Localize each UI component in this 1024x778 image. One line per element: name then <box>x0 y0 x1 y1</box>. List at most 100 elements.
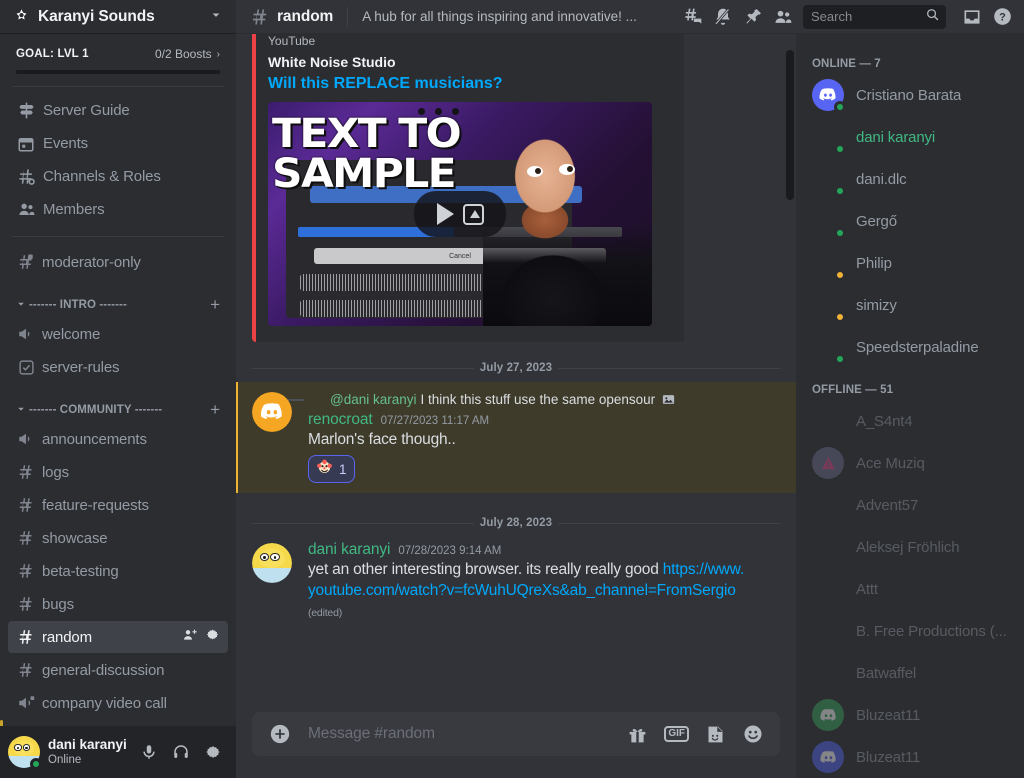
embed-title[interactable]: Will this REPLACE musicians? <box>268 75 668 93</box>
channels-roles-icon <box>16 167 36 187</box>
message-embed-block: YouTube White Noise Studio Will this REP… <box>236 34 796 342</box>
category-intro[interactable]: ------- INTRO ------- + <box>8 279 228 317</box>
plus-circle-icon[interactable] <box>268 722 292 746</box>
embed-thumbnail[interactable]: Cancel TEXT TO SAMPLE <box>268 102 652 326</box>
embed-author[interactable]: White Noise Studio <box>268 54 668 70</box>
member-item[interactable]: Gergő <box>804 200 1016 242</box>
member-item[interactable]: Ace Muziq <box>804 442 1016 484</box>
hash-lock-icon <box>16 252 36 272</box>
emoji-icon[interactable] <box>742 723 764 745</box>
member-name: Philip <box>856 254 892 272</box>
member-name: Bluzeat11 <box>856 706 921 724</box>
gif-icon[interactable]: GIF <box>664 726 689 742</box>
member-item[interactable]: Cristiano Barata <box>804 74 1016 116</box>
sidebar-item-channels-roles[interactable]: Channels & Roles <box>8 160 228 193</box>
mic-icon[interactable] <box>134 737 164 767</box>
message-composer[interactable]: Message #random GIF <box>252 712 780 756</box>
gear-icon[interactable] <box>198 737 228 767</box>
message-author[interactable]: renocroat <box>308 411 373 429</box>
channel-topic[interactable]: A hub for all things inspiring and innov… <box>362 9 673 24</box>
notification-off-icon[interactable] <box>709 3 737 31</box>
member-item[interactable]: B. Free Productions (... <box>804 610 1016 652</box>
member-item[interactable]: Bluzeat11 <box>804 694 1016 736</box>
create-invite-icon[interactable] <box>182 627 198 648</box>
search-field[interactable] <box>811 9 925 24</box>
channel-announcements[interactable]: announcements <box>8 423 228 455</box>
chevron-down-icon <box>16 404 26 416</box>
category-community[interactable]: ------- COMMUNITY ------- + <box>8 384 228 422</box>
reply-author[interactable]: @dani karanyi <box>330 392 417 407</box>
avatar <box>812 247 846 281</box>
pin-icon[interactable] <box>739 3 767 31</box>
channel-server-rules[interactable]: server-rules <box>8 351 228 383</box>
avatar <box>812 657 844 689</box>
channel-general-discussion[interactable]: general-discussion <box>8 654 228 686</box>
member-item[interactable]: dani karanyi <box>804 116 1016 158</box>
channel-beta-testing[interactable]: beta-testing <box>8 555 228 587</box>
member-item[interactable]: Batwaffel <box>804 652 1016 694</box>
popout-icon <box>462 203 484 225</box>
sidebar-item-label: Members <box>43 201 105 218</box>
message-reaction[interactable]: 1 <box>308 455 355 483</box>
sidebar-item-server-guide[interactable]: Server Guide <box>8 94 228 127</box>
search-icon <box>925 7 940 27</box>
member-item[interactable]: A_S4nt4 <box>804 400 1016 442</box>
message-list-scrollbar[interactable] <box>786 50 794 200</box>
message-list: YouTube White Noise Studio Will this REP… <box>236 34 796 712</box>
announcement-icon <box>16 324 36 344</box>
message-input[interactable]: Message #random <box>308 725 627 743</box>
channel-company-video-call[interactable]: company video call <box>8 687 228 719</box>
member-item[interactable]: Bluzeat11 <box>804 736 1016 778</box>
member-item[interactable]: Attt <box>804 568 1016 610</box>
avatar[interactable] <box>252 543 292 583</box>
channel-label: bugs <box>42 595 74 613</box>
channel-feature-requests[interactable]: feature-requests <box>8 489 228 521</box>
sidebar-item-events[interactable]: Events <box>8 127 228 160</box>
member-item[interactable]: dani.dlc <box>804 158 1016 200</box>
channel-logs[interactable]: logs <box>8 456 228 488</box>
members-toggle-icon[interactable] <box>769 3 797 31</box>
avatar <box>812 121 846 155</box>
avatar[interactable] <box>8 736 42 770</box>
channel-showcase[interactable]: showcase <box>8 522 228 554</box>
channel-random[interactable]: random <box>8 621 228 653</box>
member-item[interactable]: Aleksej Fröhlich <box>804 526 1016 568</box>
channel-settings-gear-icon[interactable] <box>205 627 220 647</box>
channel-label: company video call <box>42 694 167 712</box>
inbox-icon[interactable] <box>958 3 986 31</box>
sticker-icon[interactable] <box>705 724 726 745</box>
help-icon[interactable]: ? <box>988 3 1016 31</box>
reply-context[interactable]: @dani karanyi I think this stuff use the… <box>268 390 748 408</box>
gift-icon[interactable] <box>627 724 648 745</box>
message-author[interactable]: dani karanyi <box>308 541 390 559</box>
member-item[interactable]: simizy <box>804 284 1016 326</box>
message-text: yet an other interesting browser. its re… <box>308 559 748 624</box>
headset-icon[interactable] <box>166 737 196 767</box>
avatar <box>812 289 846 323</box>
server-header[interactable]: Karanyi Sounds <box>0 0 236 34</box>
avatar[interactable] <box>252 392 292 432</box>
member-item[interactable]: Philip <box>804 242 1016 284</box>
member-name: Bluzeat11 <box>856 748 921 766</box>
add-channel-icon[interactable]: + <box>210 296 220 313</box>
channel-bugs[interactable]: bugs <box>8 588 228 620</box>
date-divider: July 28, 2023 <box>252 517 780 529</box>
hash-icon <box>16 627 36 647</box>
threads-icon[interactable] <box>679 3 707 31</box>
add-channel-icon[interactable]: + <box>210 401 220 418</box>
channel-moderator-only[interactable]: moderator-only <box>8 246 228 278</box>
boost-goal-panel[interactable]: GOAL: LVL 1 0/2 Boosts › <box>0 34 236 74</box>
channel-label: announcements <box>42 430 147 448</box>
goal-level-label: GOAL: LVL 1 <box>16 48 89 60</box>
sidebar-item-members[interactable]: Members <box>8 193 228 226</box>
member-item[interactable]: Advent57 <box>804 484 1016 526</box>
member-item[interactable]: Speedsterpaladine <box>804 326 1016 368</box>
chevron-down-icon[interactable] <box>210 9 222 24</box>
avatar <box>812 741 844 773</box>
channel-welcome[interactable]: welcome <box>8 318 228 350</box>
search-input[interactable] <box>803 4 946 29</box>
message-text: Marlon's face though.. <box>308 431 456 448</box>
boost-badge-icon <box>13 8 30 25</box>
edited-marker: (edited) <box>308 607 343 619</box>
play-button-overlay[interactable] <box>414 191 506 237</box>
